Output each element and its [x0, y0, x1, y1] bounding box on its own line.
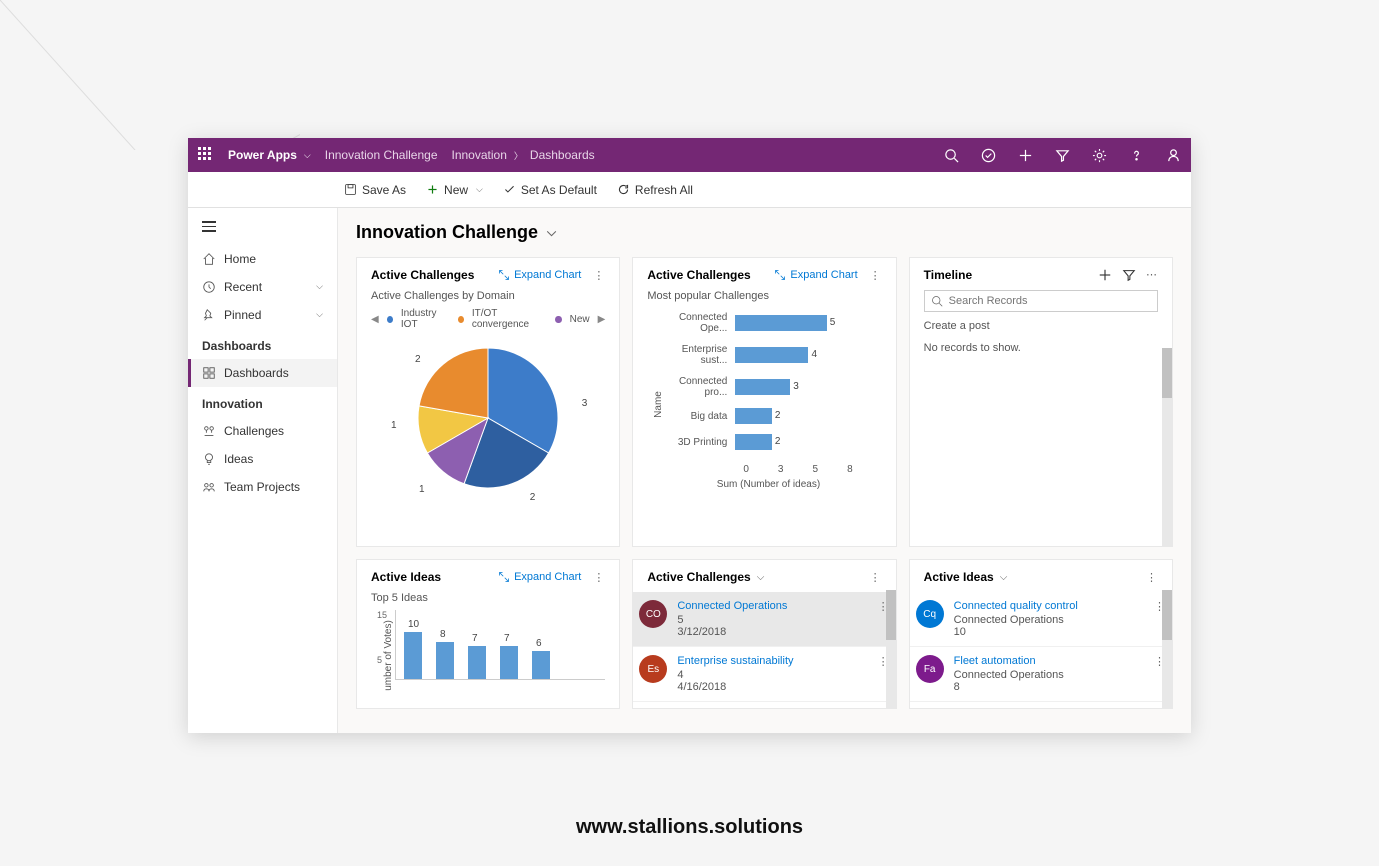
- chart-subtitle: Most popular Challenges: [647, 290, 881, 302]
- list-item[interactable]: Fa Fleet automationConnected Operations8…: [910, 647, 1172, 702]
- set-default-button[interactable]: Set As Default: [503, 183, 597, 197]
- save-as-button[interactable]: Save As: [344, 183, 406, 197]
- more-icon[interactable]: ⋮: [870, 571, 882, 584]
- user-icon[interactable]: [1166, 148, 1181, 163]
- top-bar: Power Apps ⌵ Innovation Challenge Innova…: [188, 138, 1191, 172]
- more-icon[interactable]: ⋮: [870, 269, 882, 282]
- sidebar-item-dashboards[interactable]: Dashboards: [188, 359, 337, 387]
- scrollbar[interactable]: [1162, 590, 1172, 708]
- background-pattern: [0, 0, 300, 150]
- sidebar-item-team-projects[interactable]: Team Projects: [188, 473, 337, 501]
- card-title: Timeline: [924, 268, 972, 282]
- card-timeline: Timeline ⋯ Create a post No records to s…: [909, 257, 1173, 547]
- task-icon[interactable]: [981, 148, 996, 163]
- more-icon[interactable]: ⋮: [593, 571, 605, 584]
- search-field[interactable]: [949, 295, 1151, 307]
- more-icon[interactable]: ⋮: [593, 269, 605, 282]
- ideas-list: Cq Connected quality controlConnected Op…: [910, 592, 1172, 702]
- app-name[interactable]: Power Apps: [228, 148, 297, 162]
- chart-legend: ◀ Industry IOT IT/OT convergence New ▶: [371, 308, 605, 330]
- chevron-down-icon: ⌵: [547, 225, 556, 240]
- legend-prev-icon[interactable]: ◀: [371, 314, 379, 325]
- create-post-prompt[interactable]: Create a post: [924, 320, 1158, 332]
- x-axis-ticks: 0358: [655, 464, 881, 475]
- refresh-all-button[interactable]: Refresh All: [617, 183, 693, 197]
- card-title: Active Ideas: [371, 570, 441, 584]
- chart-subtitle: Top 5 Ideas: [371, 592, 605, 604]
- gear-icon[interactable]: [1092, 148, 1107, 163]
- scrollbar[interactable]: [1162, 348, 1172, 546]
- y-axis-label: umber of Votes): [383, 620, 394, 691]
- chevron-down-icon: ⌵: [316, 309, 323, 320]
- card-title: Active Challenges: [647, 268, 750, 282]
- sidebar-item-challenges[interactable]: Challenges: [188, 417, 337, 445]
- breadcrumb-area[interactable]: Innovation: [452, 148, 507, 162]
- plus-icon[interactable]: [1098, 268, 1112, 282]
- expand-chart-link[interactable]: Expand Chart: [774, 269, 857, 281]
- no-records-text: No records to show.: [924, 342, 1158, 354]
- plus-icon[interactable]: [1018, 148, 1033, 163]
- page-title[interactable]: Innovation Challenge ⌵: [356, 222, 1173, 243]
- list-item[interactable]: CO Connected Operations53/12/2018 ⋮: [633, 592, 895, 647]
- filter-icon[interactable]: [1122, 268, 1136, 282]
- card-active-ideas-chart: Active Ideas Expand Chart ⋮ Top 5 Ideas …: [356, 559, 620, 709]
- search-records-input[interactable]: [924, 290, 1158, 312]
- sidebar-section-innovation: Innovation: [188, 387, 337, 417]
- card-active-challenges-bar: Active Challenges Expand Chart ⋮ Most po…: [632, 257, 896, 547]
- legend-next-icon[interactable]: ▶: [598, 314, 606, 325]
- list-item[interactable]: Cq Connected quality controlConnected Op…: [910, 592, 1172, 647]
- chevron-down-icon[interactable]: ⌵: [304, 150, 311, 161]
- challenges-list: CO Connected Operations53/12/2018 ⋮ Es E…: [633, 592, 895, 702]
- chevron-down-icon[interactable]: ⌵: [757, 572, 765, 583]
- chart-subtitle: Active Challenges by Domain: [371, 290, 605, 302]
- scrollbar[interactable]: [886, 590, 896, 708]
- help-icon[interactable]: [1129, 148, 1144, 163]
- app-launcher-icon[interactable]: [198, 147, 214, 163]
- app-window: Power Apps ⌵ Innovation Challenge Innova…: [188, 138, 1191, 733]
- sidebar-item-ideas[interactable]: Ideas: [188, 445, 337, 473]
- hamburger-icon[interactable]: [188, 208, 337, 245]
- chevron-down-icon: ⌵: [476, 184, 483, 195]
- more-icon[interactable]: ⋮: [1146, 571, 1158, 584]
- chevron-down-icon[interactable]: ⌵: [1000, 572, 1008, 583]
- pie-chart: [418, 348, 558, 491]
- y-axis-label: Name: [653, 391, 664, 418]
- card-title: Active Challenges: [647, 570, 750, 584]
- search-icon[interactable]: [944, 148, 959, 163]
- sidebar-item-pinned[interactable]: Pinned ⌵: [188, 301, 337, 329]
- column-chart: 108776: [395, 610, 605, 680]
- filter-icon[interactable]: [1055, 148, 1070, 163]
- sidebar-item-home[interactable]: Home: [188, 245, 337, 273]
- sidebar: Home Recent ⌵ Pinned ⌵ Dashboards Dashbo…: [188, 208, 338, 733]
- sidebar-item-recent[interactable]: Recent ⌵: [188, 273, 337, 301]
- card-active-ideas-list: Active Ideas ⌵ ⋮ Cq Connected quality co…: [909, 559, 1173, 709]
- new-button[interactable]: New ⌵: [426, 183, 483, 197]
- sidebar-section-dashboards: Dashboards: [188, 329, 337, 359]
- breadcrumb-app[interactable]: Innovation Challenge: [325, 148, 438, 162]
- chevron-right-icon: 〉: [514, 149, 523, 162]
- x-axis-label: Sum (Number of ideas): [655, 479, 881, 490]
- command-bar: Save As New ⌵ Set As Default Refresh All: [188, 172, 1191, 208]
- card-title: Active Challenges: [371, 268, 474, 282]
- breadcrumb-current: Dashboards: [530, 148, 595, 162]
- card-active-challenges-pie: Active Challenges Expand Chart ⋮ Active …: [356, 257, 620, 547]
- main-content: Innovation Challenge ⌵ Active Challenges…: [338, 208, 1191, 733]
- list-item[interactable]: Es Enterprise sustainability44/16/2018 ⋮: [633, 647, 895, 702]
- expand-chart-link[interactable]: Expand Chart: [498, 269, 581, 281]
- card-title: Active Ideas: [924, 570, 994, 584]
- expand-chart-link[interactable]: Expand Chart: [498, 571, 581, 583]
- chevron-down-icon: ⌵: [316, 281, 323, 292]
- more-icon[interactable]: ⋯: [1146, 268, 1158, 282]
- bar-chart: Connected Ope...5Enterprise sust...4Conn…: [655, 308, 881, 464]
- card-active-challenges-list: Active Challenges ⌵ ⋮ CO Connected Opera…: [632, 559, 896, 709]
- footer-url: www.stallions.solutions: [576, 816, 803, 839]
